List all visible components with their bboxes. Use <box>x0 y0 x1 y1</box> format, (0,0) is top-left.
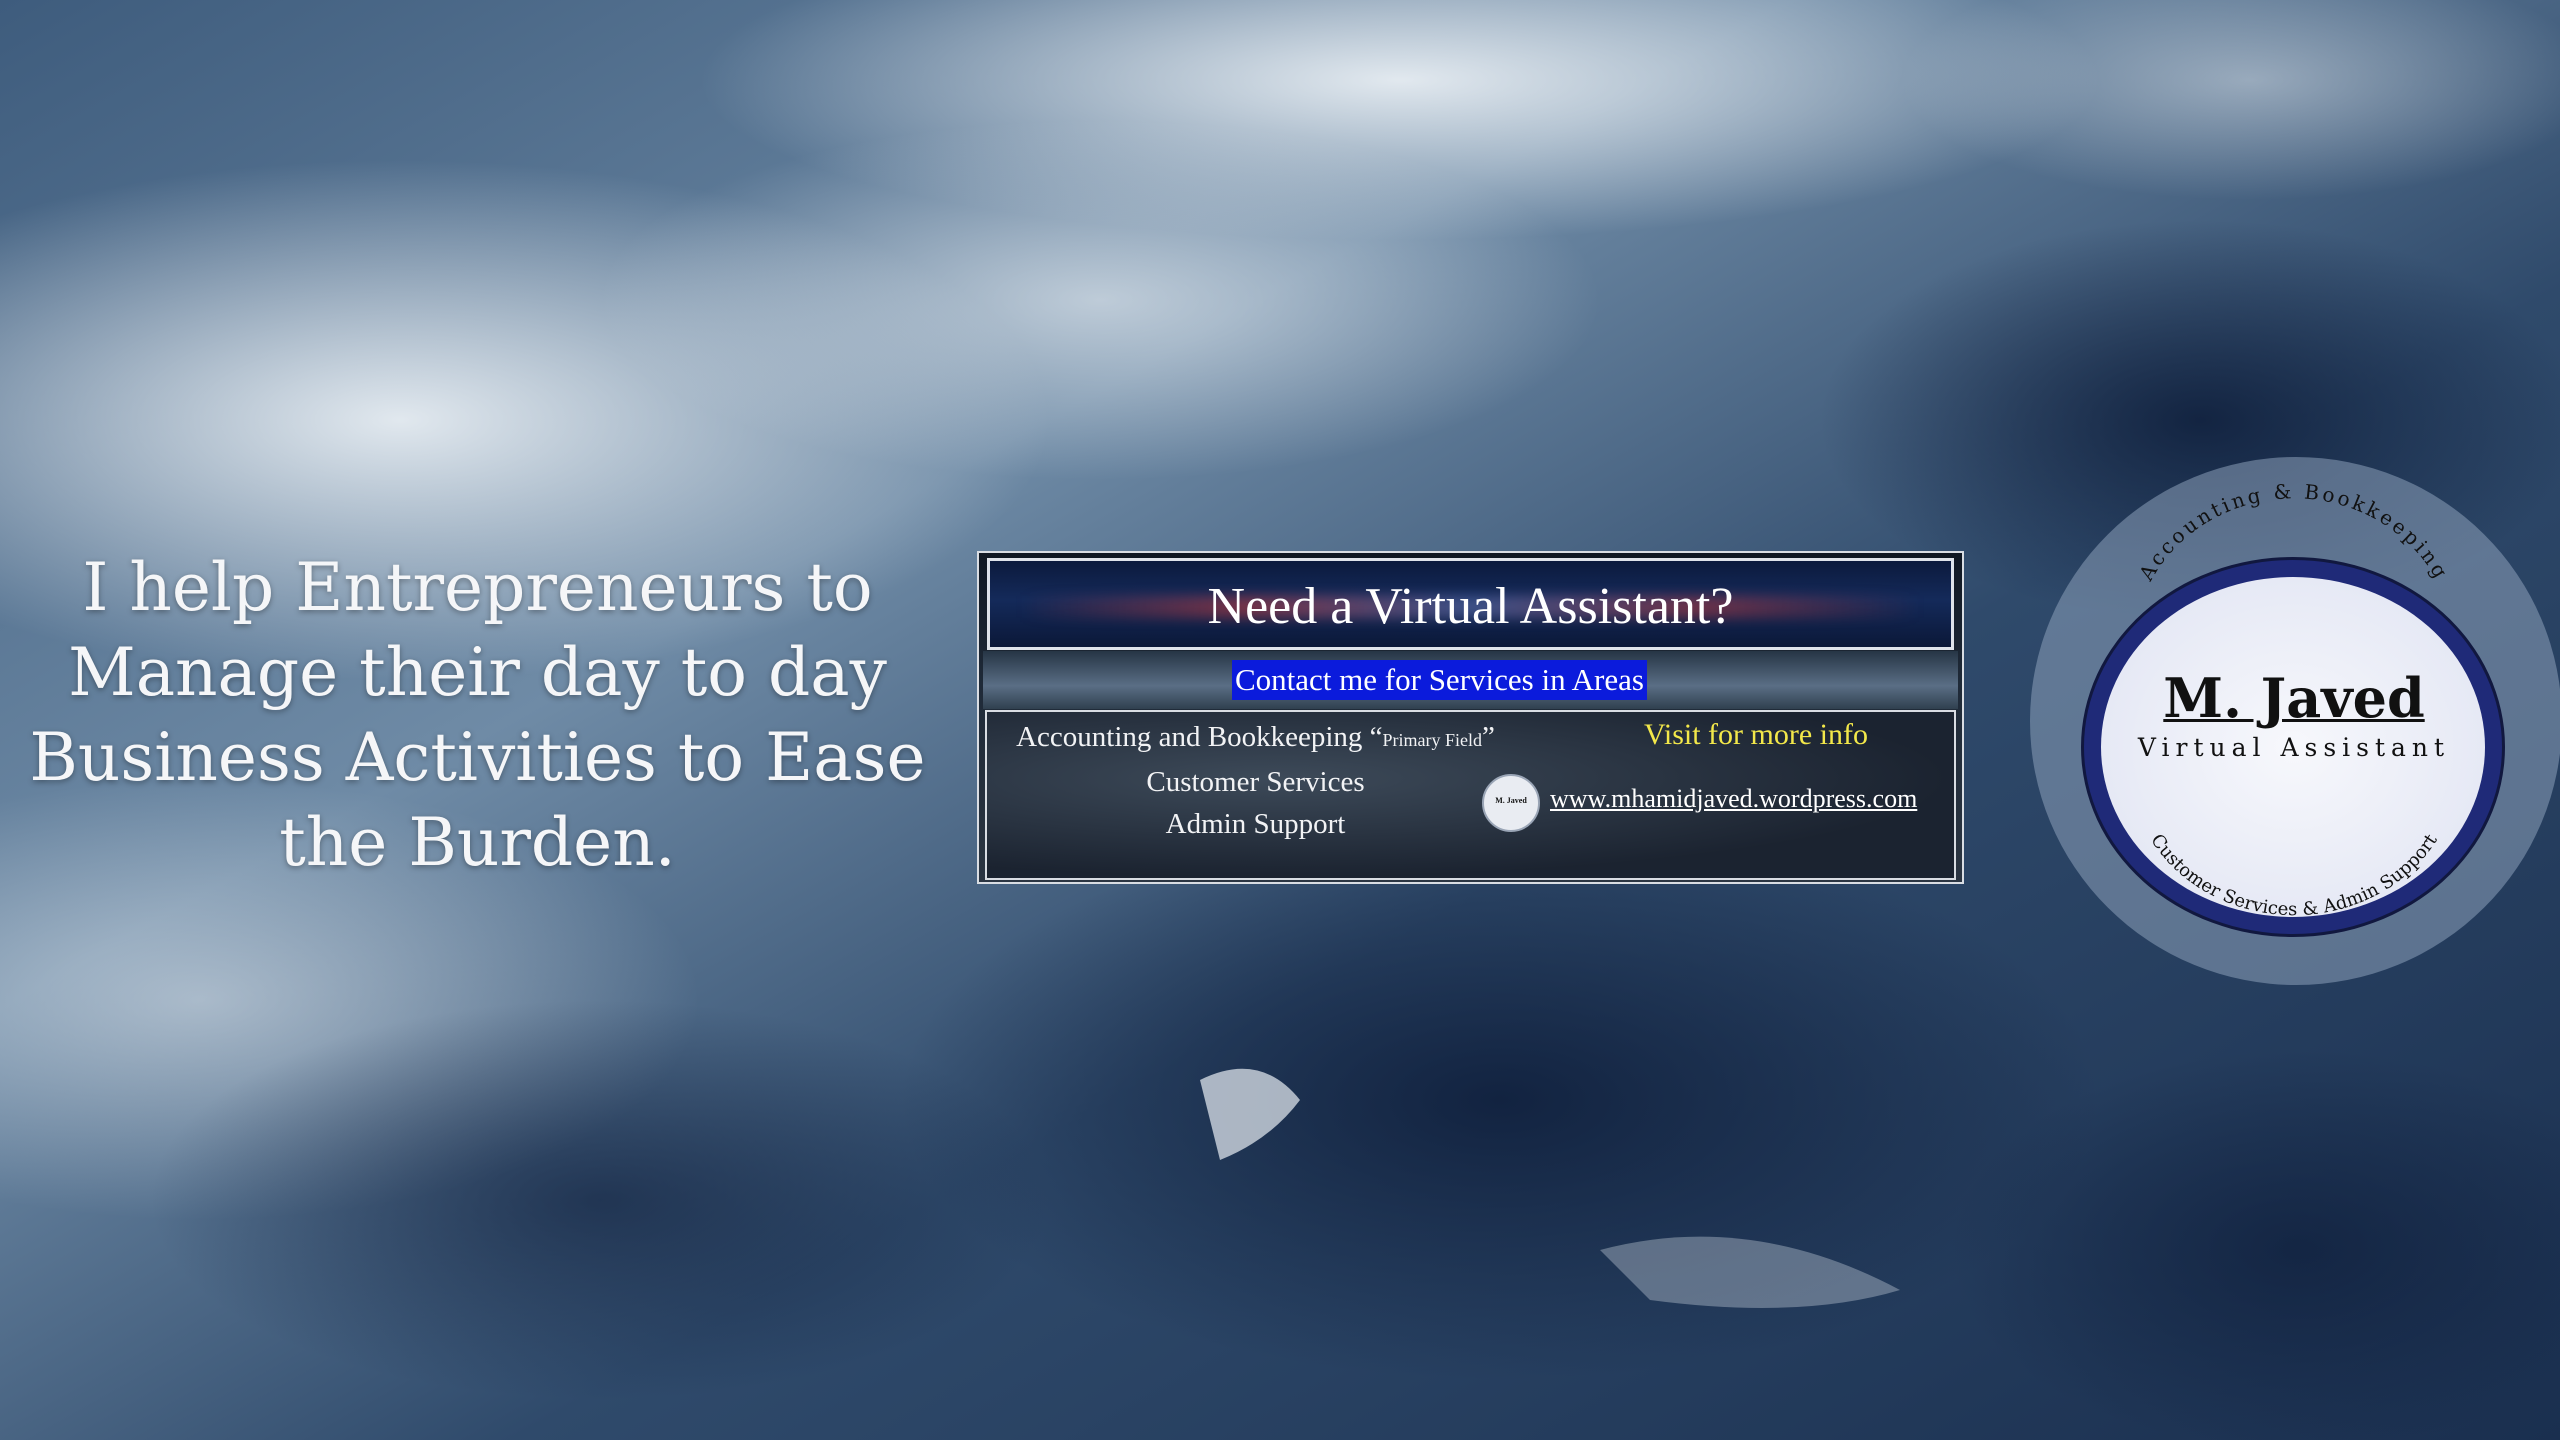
mini-logo: M. Javed <box>1482 774 1540 832</box>
banner-title: Need a Virtual Assistant? <box>1207 578 1734 635</box>
tagline-line: Business Activities to Ease <box>29 719 926 796</box>
visit-text: Visit for more info <box>1644 718 1868 751</box>
tagline-line: the Burden. <box>279 804 676 881</box>
service-item: Customer Services <box>1146 766 1365 798</box>
tagline: I help Entrepreneurs to Manage their day… <box>10 545 945 885</box>
services-list: Accounting and Bookkeeping “Primary Fiel… <box>1003 716 1508 845</box>
service-item: Admin Support <box>1165 808 1346 840</box>
tagline-line: Manage their day to day <box>68 634 887 711</box>
virtual-assistant-banner: Need a Virtual Assistant? Contact me for… <box>977 551 1964 884</box>
logo-subtitle: Virtual Assistant <box>2137 733 2451 762</box>
website-link[interactable]: www.mhamidjaved.wordpress.com <box>1550 784 1917 814</box>
service-item: Accounting and Bookkeeping “Primary Fiel… <box>1016 721 1495 753</box>
banner-header: Need a Virtual Assistant? <box>987 558 1954 650</box>
banner-body: Accounting and Bookkeeping “Primary Fiel… <box>985 710 1956 880</box>
mini-logo-text: M. Javed <box>1495 796 1527 805</box>
contact-text: Contact me for Services in Areas <box>1232 660 1647 700</box>
tagline-line: I help Entrepreneurs to <box>82 549 873 626</box>
logo-name: M. Javed <box>2163 666 2425 730</box>
